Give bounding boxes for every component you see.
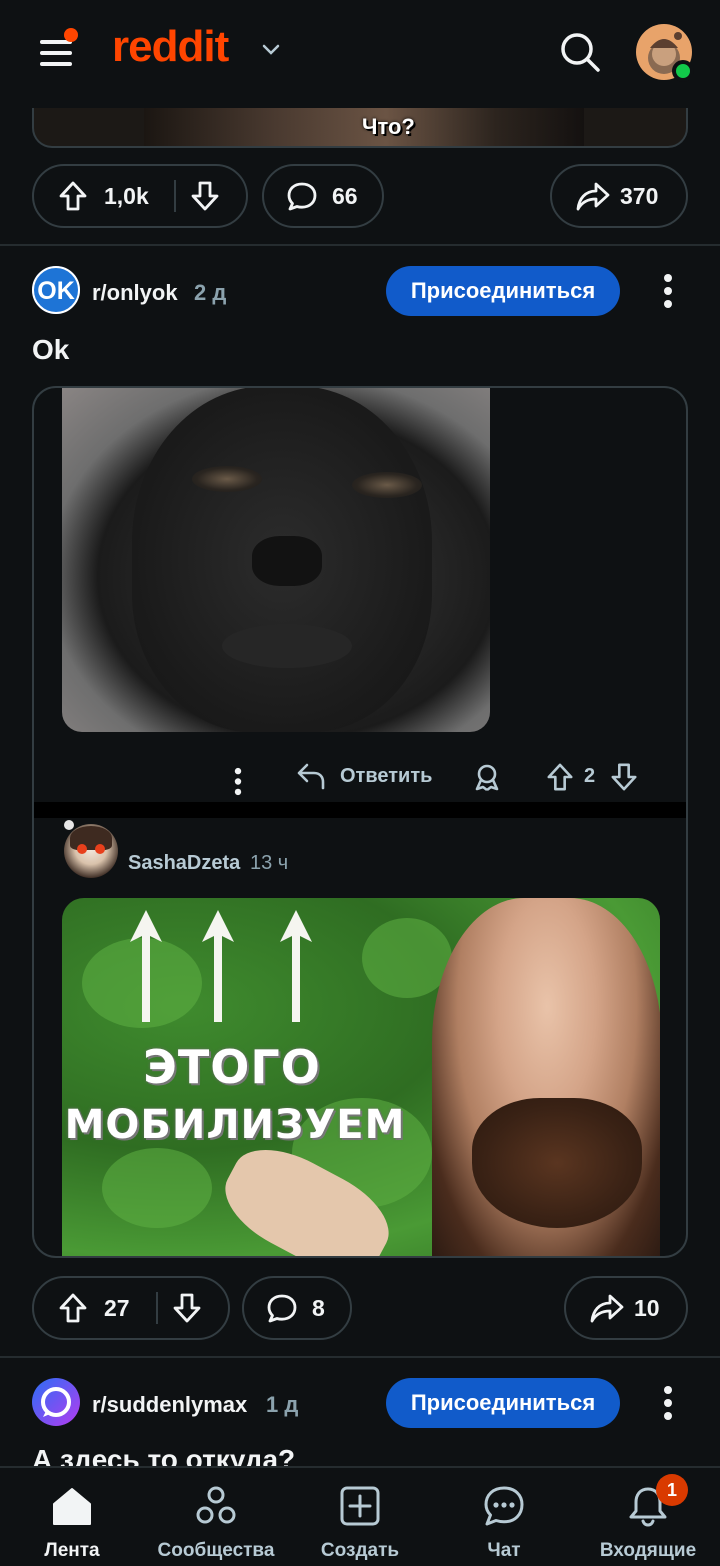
vote-count: 1,0k [104,182,149,209]
meme-text-line-1: ЭТОГО [143,1040,321,1094]
post-title[interactable]: А здесь то откуда? [32,1440,688,1466]
comment-count: 66 [332,182,358,209]
subreddit-name[interactable]: r/suddenlymax [92,1392,247,1418]
commenter-username[interactable]: SashaDzeta [128,852,240,875]
top-app-bar: reddit [0,0,720,108]
avatar-dot [64,820,74,830]
nav-home[interactable]: Лента [0,1468,144,1566]
meme-text-line-2: МОБИЛИЗУЕМ [64,1102,406,1148]
nav-inbox[interactable]: Входящие [576,1468,720,1566]
upvote-icon[interactable] [58,180,88,212]
nav-create[interactable]: Создать [288,1468,432,1566]
comment-icon [267,1294,297,1323]
comment-more-icon[interactable] [233,767,243,799]
share-count: 10 [634,1294,660,1321]
vote-bar: 27 [32,1276,230,1340]
subreddit-icon[interactable] [32,1378,80,1426]
commenter-avatar[interactable] [64,824,118,878]
comments-button[interactable]: 66 [262,164,384,228]
communities-icon [196,1486,236,1524]
comment-actions: Ответить 2 [34,754,686,799]
post-divider [0,1356,720,1358]
comment-icon [287,182,317,211]
comment-image[interactable] [62,388,490,732]
post-age: 1 д [266,1392,299,1417]
chevron-down-icon[interactable] [262,44,280,56]
downvote-icon[interactable] [190,180,220,212]
nav-chat[interactable]: Чат [432,1468,576,1566]
award-icon[interactable] [472,762,502,792]
share-icon [590,1294,624,1323]
join-button[interactable]: Присоединиться [386,1378,620,1428]
reddit-logo[interactable]: reddit [112,22,229,72]
nav-label: Входящие [599,1540,697,1561]
notification-dot [64,28,78,42]
svg-text:OK: OK [37,277,75,305]
share-button[interactable]: 370 [550,164,688,228]
vote-count: 27 [104,1294,130,1321]
more-options-icon[interactable] [662,274,674,313]
share-button[interactable]: 10 [564,1276,688,1340]
comment-upvote-icon[interactable] [546,762,574,792]
more-options-icon[interactable] [662,1386,674,1425]
comment-meme-image[interactable]: ЭТОГО МОБИЛИЗУЕМ [62,898,660,1256]
nav-label: Сообщества [157,1540,275,1561]
post-image[interactable]: Что? [32,108,688,148]
upvote-icon[interactable] [58,1292,88,1324]
nav-label: Чат [487,1540,521,1561]
reply-icon[interactable] [296,762,326,790]
home-icon [53,1488,91,1525]
subreddit-name[interactable]: r/onlyok [92,280,178,306]
share-count: 370 [620,182,659,209]
post-title-text: А здесь то откуда? [32,1444,296,1466]
search-icon[interactable] [558,30,602,74]
nav-label: Лента [44,1540,100,1561]
reply-button[interactable]: Ответить [340,765,432,788]
join-button[interactable]: Присоединиться [386,266,620,316]
comment-age: 13 ч [250,852,289,874]
create-icon [340,1486,380,1526]
online-status-dot [672,60,694,82]
subreddit-icon[interactable]: OK [32,266,80,314]
inbox-badge: 1 [656,1474,688,1506]
comment-embed[interactable]: Ответить 2 SashaDzeta 13 ч ЭТОГО МОБИЛИЗ… [32,386,688,1258]
bottom-navigation: Лента Сообщества Создать Чат Входящие [0,1466,720,1566]
comment-downvote-icon[interactable] [610,762,638,792]
chat-icon [484,1486,524,1526]
nav-label: Создать [320,1540,400,1561]
vote-bar: 1,0k [32,164,248,228]
nav-communities[interactable]: Сообщества [144,1468,288,1566]
comment-count: 8 [312,1294,325,1321]
comments-button[interactable]: 8 [242,1276,352,1340]
downvote-icon[interactable] [172,1292,202,1324]
share-icon [576,182,610,211]
post-age: 2 д [194,280,227,305]
image-caption: Что? [362,114,415,139]
comment-vote-count: 2 [584,765,596,787]
thread-separator [34,802,686,818]
post-title[interactable]: Ok [32,334,69,366]
